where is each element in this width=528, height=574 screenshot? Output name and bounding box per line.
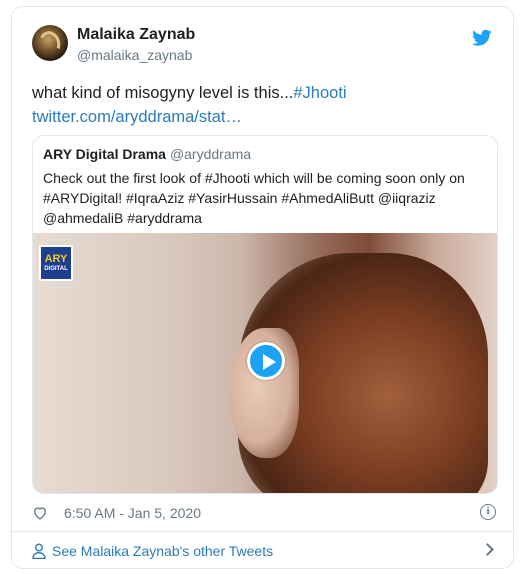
play-button-icon[interactable]	[247, 342, 285, 380]
ary-digital-logo: ARY DIGITAL	[39, 245, 73, 281]
quoted-text: Check out the first look of #Jhooti whic…	[43, 170, 465, 226]
logo-bottom-text: DIGITAL	[44, 266, 68, 272]
footer-divider	[12, 531, 513, 532]
tweet-text-body: what kind of misogyny level is this...	[32, 84, 294, 102]
see-other-tweets-label: See Malaika Zaynab's other Tweets	[52, 543, 274, 559]
tweet-header: Malaika Zaynab @malaika_zaynab	[32, 23, 492, 71]
chevron-right-icon	[481, 543, 494, 556]
author-name[interactable]: Malaika Zaynab	[77, 26, 195, 44]
quoted-tweet[interactable]: ARY Digital Drama @aryddrama Check out th…	[32, 135, 498, 494]
video-thumbnail[interactable]: ARY DIGITAL	[33, 233, 497, 493]
quoted-header: ARY Digital Drama @aryddrama	[43, 146, 251, 162]
logo-top-text: ARY	[44, 253, 68, 265]
avatar-mark	[36, 28, 64, 58]
hashtag-link[interactable]: #Jhooti	[293, 84, 346, 102]
twitter-bird-icon[interactable]	[472, 29, 492, 47]
tweet-text: what kind of misogyny level is this...#J…	[32, 81, 502, 129]
tweet-url-link[interactable]: twitter.com/aryddrama/stat…	[32, 108, 242, 126]
tweet-card: Malaika Zaynab @malaika_zaynab what kind…	[11, 6, 514, 569]
person-icon	[32, 543, 46, 559]
see-other-tweets-link[interactable]: See Malaika Zaynab's other Tweets	[32, 537, 496, 565]
info-icon[interactable]: i	[480, 504, 496, 520]
avatar[interactable]	[32, 25, 68, 61]
timestamp[interactable]: 6:50 AM - Jan 5, 2020	[64, 505, 201, 521]
quoted-author-name[interactable]: ARY Digital Drama	[43, 146, 166, 162]
heart-icon[interactable]	[32, 505, 48, 521]
tweet-meta: 6:50 AM - Jan 5, 2020 i	[32, 502, 496, 526]
author-handle[interactable]: @malaika_zaynab	[77, 47, 192, 63]
quoted-author-handle[interactable]: @aryddrama	[170, 146, 251, 162]
